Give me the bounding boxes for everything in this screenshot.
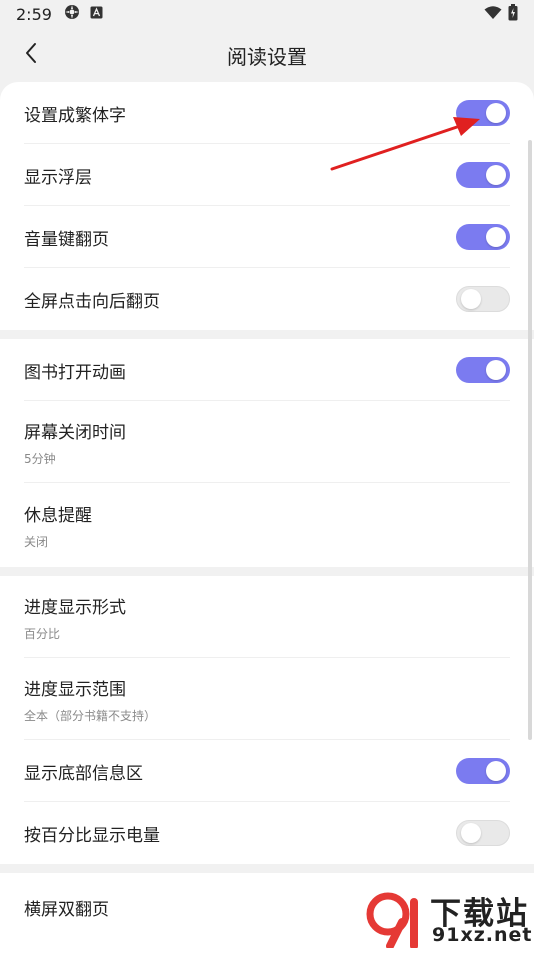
setting-value: 关闭 (24, 534, 49, 549)
scrollbar[interactable] (528, 140, 532, 740)
setting-label: 屏幕关闭时间 (24, 422, 126, 443)
wifi-icon (484, 5, 502, 24)
setting-volume-key-page-turn[interactable]: 音量键翻页 (0, 206, 534, 268)
settings-card: 设置成繁体字 显示浮层 音量键翻页 全屏点击向后翻页 图书打开动画 屏幕关闭时间… (0, 82, 534, 962)
setting-label: 进度显示范围 (24, 679, 126, 700)
section-gap (0, 864, 534, 873)
setting-label: 全屏点击向后翻页 (24, 291, 160, 312)
section-gap (0, 330, 534, 339)
annotation-arrow-icon (320, 112, 490, 180)
watermark: 下载站 91xz.net (360, 888, 534, 950)
toggle-knob (486, 360, 506, 380)
setting-label: 横屏双翻页 (24, 899, 109, 920)
page-title: 阅读设置 (227, 44, 307, 69)
notification-a-icon (90, 6, 103, 23)
setting-value: 百分比 (24, 626, 61, 641)
setting-progress-display-form[interactable]: 进度显示形式 百分比 (0, 576, 534, 658)
setting-texts: 进度显示范围 全本（部分书籍不支持） (24, 675, 156, 724)
setting-texts: 休息提醒 关闭 (24, 501, 92, 550)
setting-book-open-animation[interactable]: 图书打开动画 (0, 339, 534, 401)
setting-texts: 屏幕关闭时间 5分钟 (24, 418, 126, 467)
toggle-knob (461, 823, 481, 843)
setting-screen-off-time[interactable]: 屏幕关闭时间 5分钟 (0, 401, 534, 483)
toggle-knob (486, 761, 506, 781)
setting-label: 图书打开动画 (24, 362, 126, 383)
setting-value: 全本（部分书籍不支持） (24, 708, 157, 723)
setting-label: 休息提醒 (24, 505, 92, 526)
section-gap (0, 567, 534, 576)
status-time: 2:59 (16, 4, 52, 24)
battery-percentage-toggle[interactable] (456, 820, 510, 846)
setting-label: 音量键翻页 (24, 229, 109, 250)
setting-progress-display-range[interactable]: 进度显示范围 全本（部分书籍不支持） (0, 658, 534, 740)
watermark-logo-icon (364, 892, 426, 952)
setting-label: 显示底部信息区 (24, 763, 143, 784)
setting-show-bottom-info[interactable]: 显示底部信息区 (0, 740, 534, 802)
setting-battery-percentage[interactable]: 按百分比显示电量 (0, 802, 534, 864)
app-bar: 阅读设置 (0, 30, 534, 80)
setting-value: 5分钟 (24, 451, 56, 466)
setting-texts: 进度显示形式 百分比 (24, 593, 126, 642)
volume-key-page-turn-toggle[interactable] (456, 224, 510, 250)
toggle-knob (461, 289, 481, 309)
fullscreen-tap-next-page-toggle[interactable] (456, 286, 510, 312)
setting-fullscreen-tap-next-page[interactable]: 全屏点击向后翻页 (0, 268, 534, 330)
back-arrow-icon (23, 41, 39, 69)
status-bar: 2:59 (0, 0, 534, 28)
setting-label: 按百分比显示电量 (24, 825, 160, 846)
show-bottom-info-toggle[interactable] (456, 758, 510, 784)
toggle-knob (486, 227, 506, 247)
battery-icon (508, 3, 518, 25)
back-button[interactable] (14, 38, 48, 72)
setting-label: 显示浮层 (24, 167, 92, 188)
setting-label: 设置成繁体字 (24, 105, 126, 126)
book-open-animation-toggle[interactable] (456, 357, 510, 383)
watermark-domain: 91xz.net (432, 924, 533, 946)
setting-label: 进度显示形式 (24, 597, 126, 618)
settings-app-icon (64, 4, 80, 24)
setting-rest-reminder[interactable]: 休息提醒 关闭 (0, 483, 534, 567)
